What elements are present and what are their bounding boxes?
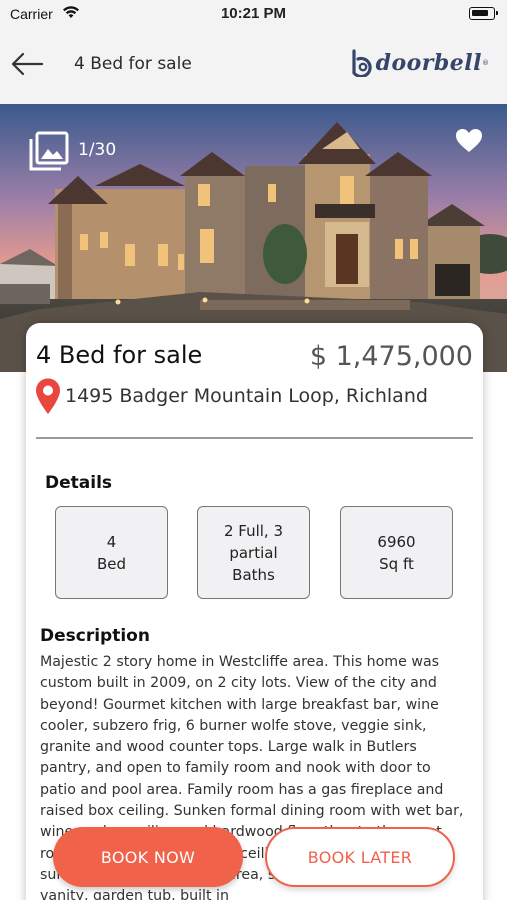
location-pin-icon	[36, 378, 60, 414]
details-heading: Details	[45, 473, 113, 493]
status-time: 10:21 PM	[220, 5, 287, 22]
detail-sqft-label: Sq ft	[379, 554, 414, 573]
navigation-bar: 4 Bed for sale doorbell ®	[0, 30, 507, 104]
divider	[36, 437, 473, 439]
listing-address[interactable]: 1495 Badger Mountain Loop, Richland	[65, 385, 428, 407]
detail-baths-label: Baths	[232, 565, 275, 584]
detail-beds: 4 Bed	[55, 506, 168, 599]
detail-beds-value: 4	[106, 532, 117, 551]
listing-card: 4 Bed for sale $ 1,475,000 1495 Badger M…	[26, 323, 483, 900]
detail-beds-label: Bed	[96, 554, 127, 573]
gallery-icon[interactable]	[28, 130, 70, 172]
listing-title: 4 Bed for sale	[36, 341, 203, 369]
battery-icon	[469, 7, 498, 20]
status-bar: Carrier 10:21 PM	[0, 0, 507, 30]
logo-trademark: ®	[482, 59, 489, 67]
back-arrow-icon	[11, 52, 44, 76]
gallery-count: 1/30	[78, 140, 117, 160]
listing-price: $ 1,475,000	[309, 341, 473, 372]
book-now-button[interactable]: BOOK NOW	[53, 827, 243, 887]
heart-icon[interactable]	[455, 128, 483, 154]
doorbell-logo: doorbell ®	[350, 48, 489, 78]
book-later-button[interactable]: BOOK LATER	[265, 827, 455, 887]
detail-sqft: 6960 Sq ft	[340, 506, 453, 599]
detail-sqft-value: 6960	[377, 532, 416, 551]
logo-text: doorbell	[375, 50, 482, 76]
description-heading: Description	[40, 626, 150, 646]
doorbell-logo-mark	[351, 49, 372, 77]
back-button[interactable]	[8, 48, 48, 80]
nav-title: 4 Bed for sale	[74, 54, 192, 74]
detail-baths-value: 2 Full, 3 partial	[223, 521, 284, 562]
detail-baths: 2 Full, 3 partial Baths	[197, 506, 310, 599]
